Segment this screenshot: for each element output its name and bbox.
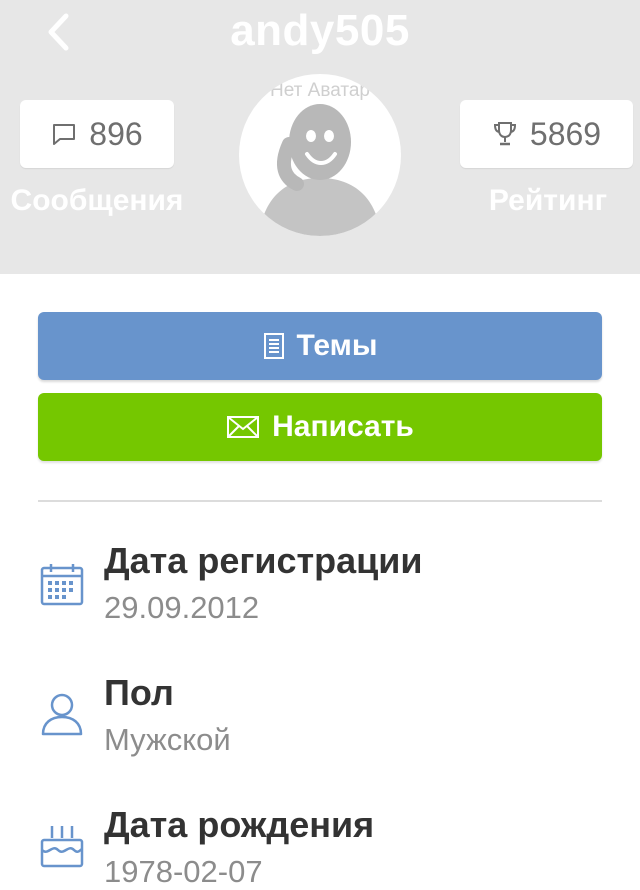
divider [38, 500, 602, 502]
topics-button-label: Темы [296, 329, 378, 362]
document-icon [263, 333, 284, 359]
birthdate-label: Дата рождения [104, 804, 375, 845]
avatar[interactable]: Нет Аватар [239, 74, 401, 236]
write-button[interactable]: Написать [38, 393, 602, 461]
cake-icon [40, 826, 84, 868]
messages-label: Сообщения [10, 184, 184, 217]
birthdate-value: 1978-02-07 [104, 854, 263, 889]
gender-label: Пол [104, 672, 174, 713]
speech-bubble-icon [53, 124, 76, 145]
user-icon [41, 693, 83, 736]
rating-count: 5869 [529, 115, 602, 152]
envelope-icon [227, 416, 260, 438]
avatar-placeholder-text: Нет Аватар [270, 80, 370, 101]
calendar-icon [40, 564, 84, 606]
write-button-label: Написать [272, 410, 414, 443]
rating-count-box[interactable]: 5869 [460, 100, 633, 168]
topics-button[interactable]: Темы [38, 312, 602, 380]
trophy-icon [493, 122, 516, 146]
gender-value: Мужской [104, 722, 231, 757]
messages-count-box[interactable]: 896 [20, 100, 174, 168]
rating-label: Рейтинг [488, 184, 608, 217]
registration-date-value: 29.09.2012 [104, 590, 260, 625]
registration-date-label: Дата регистрации [104, 540, 423, 581]
page-title: andy505 [230, 6, 410, 55]
messages-count: 896 [89, 115, 143, 152]
profile-header: andy505 896 Сообщения 5869 Рейтинг Нет А… [0, 0, 640, 274]
